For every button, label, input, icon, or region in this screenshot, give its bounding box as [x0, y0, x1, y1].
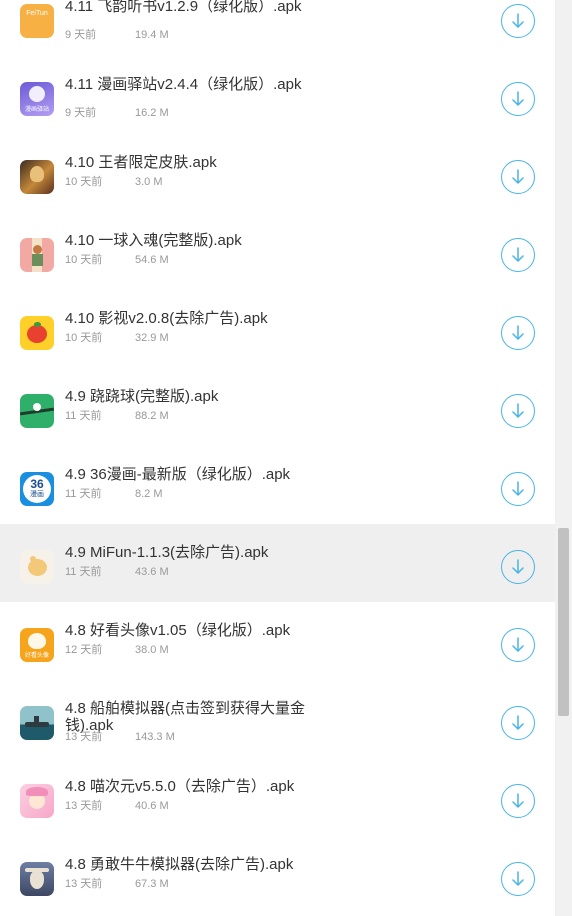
file-size: 67.3 M	[135, 878, 169, 890]
file-size: 40.6 M	[135, 800, 169, 812]
feiyun-app-icon: FeiTun	[20, 4, 54, 38]
file-meta: 13 天前 67.3 M	[65, 878, 169, 891]
yingshi-app-icon	[20, 316, 54, 350]
36manhua-app-icon: 36 漫画	[20, 472, 54, 506]
file-name[interactable]: 4.8 船舶模拟器(点击签到获得大量金钱).apk	[65, 700, 315, 734]
list-item[interactable]: 4.8 船舶模拟器(点击签到获得大量金钱).apk 13 天前 143.3 M	[0, 680, 555, 758]
download-button[interactable]	[501, 706, 535, 740]
download-arrow-icon	[512, 403, 524, 418]
download-arrow-icon	[512, 793, 524, 808]
download-button[interactable]	[501, 472, 535, 506]
file-meta: 10 天前 3.0 M	[65, 176, 163, 189]
file-date: 10 天前	[65, 176, 103, 188]
download-arrow-icon	[512, 325, 524, 340]
download-arrow-icon	[512, 715, 524, 730]
file-date: 12 天前	[65, 644, 103, 656]
file-name[interactable]: 4.10 影视v2.0.8(去除广告).apk	[65, 310, 315, 327]
download-button[interactable]	[501, 862, 535, 896]
download-button[interactable]	[501, 628, 535, 662]
file-date: 11 天前	[65, 410, 102, 422]
file-name[interactable]: 4.9 36漫画-最新版（绿化版）.apk	[65, 466, 315, 483]
download-button[interactable]	[501, 394, 535, 428]
file-size: 32.9 M	[135, 332, 169, 344]
wangzhe-app-icon	[20, 160, 54, 194]
download-arrow-icon	[512, 481, 524, 496]
file-date: 13 天前	[65, 731, 103, 743]
list-item-highlighted[interactable]: 4.9 MiFun-1.1.3(去除广告).apk 11 天前 43.6 M	[0, 524, 555, 602]
scrollbar-thumb[interactable]	[558, 528, 569, 716]
list-item[interactable]: 36 漫画 4.9 36漫画-最新版（绿化版）.apk 11 天前 8.2 M	[0, 446, 555, 524]
yiqiu-app-icon	[20, 238, 54, 272]
download-arrow-icon	[512, 637, 524, 652]
list-item[interactable]: FeiTun 4.11 飞韵听书v1.2.9（绿化版）.apk 9 天前 19.…	[0, 0, 555, 56]
manhua-app-icon: 漫画驿站	[20, 82, 54, 116]
file-size: 88.2 M	[135, 410, 169, 422]
file-size: 38.0 M	[135, 644, 169, 656]
haokan-app-icon: 好看头像	[20, 628, 54, 662]
file-date: 11 天前	[65, 566, 102, 578]
download-button[interactable]	[501, 82, 535, 116]
vertical-scrollbar[interactable]	[555, 0, 572, 916]
file-name[interactable]: 4.8 勇敢牛牛模拟器(去除广告).apk	[65, 856, 315, 873]
file-meta: 12 天前 38.0 M	[65, 644, 169, 657]
list-item[interactable]: 4.10 王者限定皮肤.apk 10 天前 3.0 M	[0, 134, 555, 212]
ship-app-icon	[20, 706, 54, 740]
miaociyuan-app-icon	[20, 784, 54, 818]
download-button[interactable]	[501, 784, 535, 818]
file-date: 13 天前	[65, 800, 103, 812]
file-size: 143.3 M	[135, 731, 175, 743]
file-date: 9 天前	[65, 107, 97, 119]
file-list: FeiTun 4.11 飞韵听书v1.2.9（绿化版）.apk 9 天前 19.…	[0, 0, 555, 914]
file-size: 19.4 M	[135, 29, 169, 41]
file-size: 16.2 M	[135, 107, 169, 119]
file-size: 54.6 M	[135, 254, 169, 266]
mifun-app-icon	[20, 550, 54, 584]
file-name[interactable]: 4.8 好看头像v1.05（绿化版）.apk	[65, 622, 315, 639]
list-item[interactable]: 4.8 喵次元v5.5.0（去除广告）.apk 13 天前 40.6 M	[0, 758, 555, 836]
file-meta: 10 天前 32.9 M	[65, 332, 169, 345]
file-name[interactable]: 4.9 跷跷球(完整版).apk	[65, 388, 315, 405]
file-meta: 11 天前 8.2 M	[65, 488, 163, 501]
file-meta: 10 天前 54.6 M	[65, 254, 169, 267]
file-name[interactable]: 4.10 王者限定皮肤.apk	[65, 154, 315, 171]
download-arrow-icon	[512, 247, 524, 262]
file-date: 10 天前	[65, 254, 103, 266]
list-item[interactable]: 4.8 勇敢牛牛模拟器(去除广告).apk 13 天前 67.3 M	[0, 836, 555, 914]
file-name[interactable]: 4.11 漫画驿站v2.4.4（绿化版）.apk	[65, 76, 315, 93]
download-arrow-icon	[512, 91, 524, 106]
list-item[interactable]: 4.9 跷跷球(完整版).apk 11 天前 88.2 M	[0, 368, 555, 446]
list-item[interactable]: 漫画驿站 4.11 漫画驿站v2.4.4（绿化版）.apk 9 天前 16.2 …	[0, 56, 555, 134]
file-date: 11 天前	[65, 488, 102, 500]
file-meta: 9 天前 16.2 M	[65, 107, 169, 120]
file-size: 43.6 M	[135, 566, 169, 578]
file-date: 10 天前	[65, 332, 103, 344]
file-meta: 13 天前 143.3 M	[65, 731, 175, 744]
file-size: 8.2 M	[135, 488, 163, 500]
file-name[interactable]: 4.8 喵次元v5.5.0（去除广告）.apk	[65, 778, 315, 795]
list-item[interactable]: 4.10 一球入魂(完整版).apk 10 天前 54.6 M	[0, 212, 555, 290]
download-arrow-icon	[512, 169, 524, 184]
file-size: 3.0 M	[135, 176, 163, 188]
download-button[interactable]	[501, 238, 535, 272]
file-meta: 13 天前 40.6 M	[65, 800, 169, 813]
file-name[interactable]: 4.11 飞韵听书v1.2.9（绿化版）.apk	[65, 0, 315, 15]
niuniu-app-icon	[20, 862, 54, 896]
download-button[interactable]	[501, 160, 535, 194]
file-date: 9 天前	[65, 29, 97, 41]
download-button[interactable]	[501, 550, 535, 584]
file-date: 13 天前	[65, 878, 103, 890]
list-item[interactable]: 好看头像 4.8 好看头像v1.05（绿化版）.apk 12 天前 38.0 M	[0, 602, 555, 680]
download-arrow-icon	[512, 871, 524, 886]
download-arrow-icon	[512, 13, 524, 28]
file-meta: 11 天前 88.2 M	[65, 410, 169, 423]
file-meta: 9 天前 19.4 M	[65, 29, 169, 42]
file-name[interactable]: 4.9 MiFun-1.1.3(去除广告).apk	[65, 544, 315, 561]
qiaoqiao-app-icon	[20, 394, 54, 428]
download-button[interactable]	[501, 4, 535, 38]
file-name[interactable]: 4.10 一球入魂(完整版).apk	[65, 232, 315, 249]
list-item[interactable]: 4.10 影视v2.0.8(去除广告).apk 10 天前 32.9 M	[0, 290, 555, 368]
file-meta: 11 天前 43.6 M	[65, 566, 169, 579]
download-arrow-icon	[512, 559, 524, 574]
download-button[interactable]	[501, 316, 535, 350]
